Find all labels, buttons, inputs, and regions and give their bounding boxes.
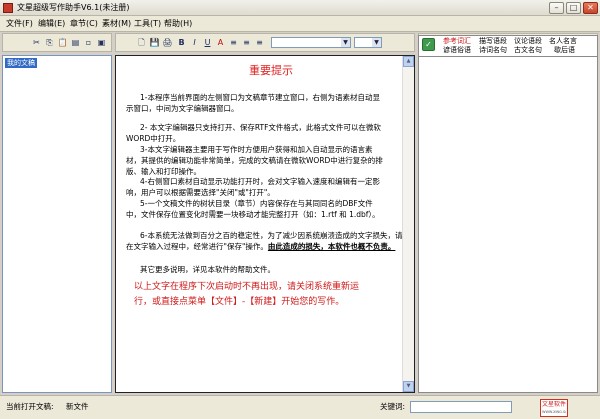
menu-edit[interactable]: 编辑(E) bbox=[38, 18, 65, 30]
font-color-icon[interactable]: A bbox=[215, 37, 226, 48]
check-icon[interactable]: ✓ bbox=[422, 38, 435, 51]
category-argumentative[interactable]: 议论语段 bbox=[514, 37, 542, 46]
menu-bar: 文件(F) 编辑(E) 章节(C) 素材(M) 工具(T) 帮助(H) bbox=[0, 16, 600, 32]
brand-logo: 文星软件 WWW.XING.Software bbox=[540, 399, 568, 417]
logo-text: 文星软件 bbox=[542, 401, 566, 408]
window-title: 文星超级写作助手V6.1(未注册) bbox=[17, 3, 130, 12]
paragraph-5: 5-一个文稿文件的树状目录（章节）内容保存在与其同同名的DBF文件中，文件保存位… bbox=[126, 199, 380, 219]
category-divider bbox=[419, 56, 597, 57]
status-bar: 当前打开文稿: 新文件 关键词: 文星软件 WWW.XING.Software bbox=[0, 395, 600, 419]
paragraph-2: 2- 本文字编辑器只支持打开、保存RTF文件格式，此格式文件可以在微软WORD中… bbox=[126, 123, 381, 143]
keyword-field[interactable] bbox=[410, 401, 512, 413]
current-doc-value: 新文件 bbox=[66, 402, 89, 411]
scroll-up-icon[interactable]: ▲ bbox=[403, 56, 414, 67]
menu-chapter[interactable]: 章节(C) bbox=[70, 18, 98, 30]
align-right-icon[interactable]: ≡ bbox=[254, 37, 265, 48]
cut-icon[interactable]: ✂ bbox=[31, 37, 42, 48]
paste-icon[interactable]: 📋 bbox=[57, 37, 68, 48]
align-center-icon[interactable]: ≡ bbox=[241, 37, 252, 48]
underline-icon[interactable]: U bbox=[202, 37, 213, 48]
material-panel[interactable]: ✓ 参考词汇 描写语段 议论语段 名人名言 谚语俗语 诗词名句 古文名句 歇后语 bbox=[418, 35, 598, 393]
paragraph-7: 其它更多说明，详见本软件的帮助文件。 bbox=[140, 265, 275, 274]
paragraph-1: 1-本程序当前界面的左侧窗口为文稿章节建立窗口，右侧为语素材自动显示窗口，中间为… bbox=[126, 93, 380, 113]
menu-help[interactable]: 帮助(H) bbox=[164, 18, 192, 30]
tree-item-my-docs[interactable]: 我的文稿 bbox=[5, 58, 37, 68]
chevron-down-icon: ▼ bbox=[341, 38, 350, 47]
page-icon[interactable]: ▫ bbox=[83, 37, 94, 48]
logo-subtext: WWW.XING.Software bbox=[542, 410, 566, 414]
print-icon[interactable]: 🖨 bbox=[162, 37, 173, 48]
chapter-tree-panel[interactable]: 我的文稿 bbox=[2, 55, 112, 393]
editor-panel[interactable]: 重要提示 1-本程序当前界面的左侧窗口为文稿章节建立窗口，右侧为语素材自动显示窗… bbox=[115, 55, 415, 393]
category-quotes[interactable]: 名人名言 bbox=[549, 37, 577, 46]
category-descriptive[interactable]: 描写语段 bbox=[479, 37, 507, 46]
bold-icon[interactable]: B bbox=[176, 37, 187, 48]
minimize-button[interactable]: – bbox=[549, 2, 564, 14]
chevron-down-icon: ▼ bbox=[372, 38, 381, 47]
tree-toolbar: ✂ ⎘ 📋 ▤ ▫ ▣ bbox=[2, 33, 112, 52]
menu-tools[interactable]: 工具(T) bbox=[134, 18, 161, 30]
doc-title: 重要提示 bbox=[249, 64, 293, 77]
app-icon bbox=[3, 3, 13, 13]
save-icon[interactable]: 💾 bbox=[149, 37, 160, 48]
maximize-button[interactable]: □ bbox=[566, 2, 581, 14]
copy-icon[interactable]: ⎘ bbox=[44, 37, 55, 48]
italic-icon[interactable]: I bbox=[189, 37, 200, 48]
paragraph-6: 6-本系统无法做到百分之百的稳定性，为了减少因系统崩溃造成的文字损失，请在文字输… bbox=[126, 230, 406, 252]
editor-scrollbar[interactable]: ▲ ▼ bbox=[402, 56, 414, 392]
menu-file[interactable]: 文件(F) bbox=[6, 18, 33, 30]
title-bar: 文星超级写作助手V6.1(未注册) – □ ✕ bbox=[0, 0, 600, 16]
restart-note: 以上文字在程序下次启动时不再出现，请关闭系统重新运行，或直接点菜单【文件】-【新… bbox=[134, 282, 360, 307]
category-proverbs[interactable]: 谚语俗语 bbox=[443, 46, 471, 55]
category-vocabulary[interactable]: 参考词汇 bbox=[443, 37, 471, 46]
align-left-icon[interactable]: ≡ bbox=[228, 37, 239, 48]
font-name-combo[interactable]: ▼ bbox=[271, 37, 351, 48]
editor-toolbar: 🗋 💾 🖨 B I U A ≡ ≡ ≡ ▼ ▼ bbox=[115, 33, 415, 52]
current-doc-label: 当前打开文稿: bbox=[6, 402, 54, 411]
paragraph-6-emphasis: 由此造成的损失，本软件也概不负责。 bbox=[267, 242, 396, 251]
category-xiehouyu[interactable]: 歇后语 bbox=[554, 46, 575, 55]
menu-material[interactable]: 素材(M) bbox=[102, 18, 131, 30]
paragraph-3: 3-本文字编辑器主要用于写作时方便用户获得和加入自动显示的语言素材，其提供的编辑… bbox=[126, 145, 383, 176]
keyword-label: 关键词: bbox=[380, 402, 406, 411]
scroll-down-icon[interactable]: ▼ bbox=[403, 381, 414, 392]
paragraph-4: 4-右侧窗口素材自动显示功能打开时，会对文字输入速度和编辑有一定影响，用户可以根… bbox=[126, 177, 380, 197]
pages-icon[interactable]: ▣ bbox=[96, 37, 107, 48]
category-poetry[interactable]: 诗词名句 bbox=[479, 46, 507, 55]
category-classical[interactable]: 古文名句 bbox=[514, 46, 542, 55]
list-icon[interactable]: ▤ bbox=[70, 37, 81, 48]
close-button[interactable]: ✕ bbox=[583, 2, 598, 14]
font-size-combo[interactable]: ▼ bbox=[354, 37, 382, 48]
new-file-icon[interactable]: 🗋 bbox=[136, 37, 147, 48]
